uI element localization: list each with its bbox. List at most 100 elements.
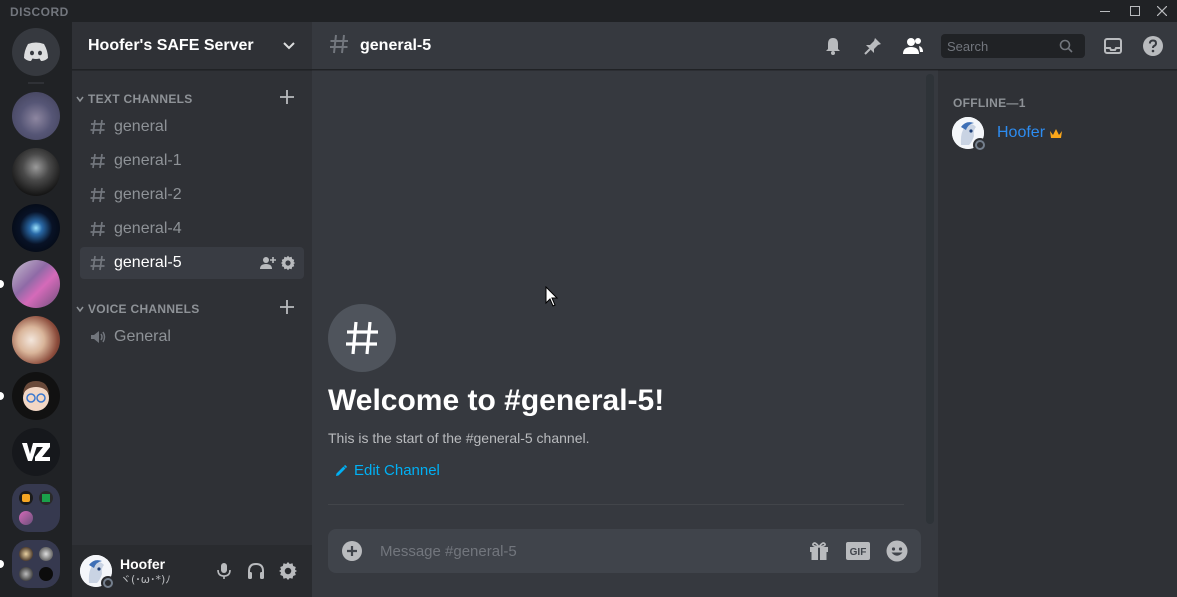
- invite-button[interactable]: [260, 255, 276, 275]
- hash-icon: [346, 321, 378, 355]
- member-name: Hoofer: [997, 124, 1046, 141]
- unread-indicator: [0, 392, 4, 400]
- upload-button[interactable]: [340, 539, 364, 563]
- username: Hoofer: [120, 555, 166, 572]
- hash-icon: [88, 185, 108, 205]
- close-button[interactable]: [1147, 0, 1177, 22]
- minimize-icon: [1100, 11, 1110, 12]
- gif-button[interactable]: GIF: [846, 539, 870, 563]
- channel-general-4[interactable]: general-4: [80, 213, 304, 245]
- plus-icon: [280, 90, 294, 104]
- voice-channel-general[interactable]: General: [80, 321, 304, 353]
- custom-status: ヾ(･ω･*)ﾉ: [120, 572, 171, 586]
- inbox-button[interactable]: [1101, 34, 1125, 58]
- members-icon: [903, 38, 923, 54]
- close-icon: [1157, 6, 1167, 16]
- channel-name: general-2: [114, 186, 182, 203]
- create-voice-channel-button[interactable]: [278, 298, 296, 320]
- app-brand: DISCORD: [10, 5, 69, 19]
- unread-indicator: [0, 280, 4, 288]
- crown-icon: [1049, 125, 1063, 144]
- server-folder-1[interactable]: [12, 484, 60, 532]
- server-icon-2[interactable]: [12, 148, 60, 196]
- server-icon-4[interactable]: [12, 260, 60, 308]
- server-folder-2[interactable]: [12, 540, 60, 588]
- inbox-icon: [1104, 38, 1122, 54]
- welcome-subtitle: This is the start of the #general-5 chan…: [328, 430, 590, 446]
- hash-icon: [88, 253, 108, 273]
- channel-name: General: [114, 328, 171, 345]
- channel-sidebar: Hoofer's SAFE Server TEXT CHANNELS gener…: [72, 22, 312, 597]
- server-icon-7[interactable]: [12, 428, 60, 476]
- scrollbar[interactable]: [926, 74, 934, 524]
- rail-separator: [28, 82, 44, 84]
- category-label: TEXT CHANNELS: [88, 92, 193, 106]
- mute-button[interactable]: [208, 555, 240, 587]
- channel-name: general-1: [114, 152, 182, 169]
- maximize-icon: [1130, 6, 1140, 16]
- help-button[interactable]: [1141, 34, 1165, 58]
- gift-button[interactable]: [807, 539, 831, 563]
- server-header[interactable]: Hoofer's SAFE Server: [72, 22, 312, 70]
- home-button[interactable]: [12, 28, 60, 76]
- server-icon-6[interactable]: [12, 372, 60, 420]
- pinned-messages-button[interactable]: [861, 34, 885, 58]
- gif-icon: GIF: [846, 542, 870, 560]
- server-icon-3[interactable]: [12, 204, 60, 252]
- channel-name: general-5: [114, 254, 182, 271]
- notification-settings-button[interactable]: [821, 34, 845, 58]
- chevron-down-icon: [283, 41, 295, 49]
- user-settings-button[interactable]: [272, 555, 304, 587]
- svg-text:GIF: GIF: [850, 547, 867, 558]
- gear-icon: [280, 255, 296, 271]
- vz-logo-icon: [22, 443, 50, 461]
- member-list-toggle[interactable]: [901, 34, 925, 58]
- microphone-icon: [217, 563, 231, 579]
- title-bar: DISCORD: [0, 0, 1177, 22]
- offline-status-icon: [973, 138, 987, 152]
- channel-header: general-5: [312, 22, 1177, 70]
- server-name: Hoofer's SAFE Server: [88, 36, 254, 54]
- channel-general-1[interactable]: general-1: [80, 145, 304, 177]
- search-box[interactable]: [941, 34, 1085, 58]
- emoji-button[interactable]: [885, 539, 909, 563]
- divider: [328, 504, 904, 505]
- search-input[interactable]: [947, 38, 1059, 54]
- chat-area: general-5 Welcome to #: [312, 22, 1177, 597]
- category-voice-channels[interactable]: VOICE CHANNELS: [72, 300, 312, 318]
- pin-icon: [864, 38, 881, 55]
- channel-general[interactable]: general: [80, 111, 304, 143]
- channel-name: general-4: [114, 220, 182, 237]
- member-category: OFFLINE—1: [953, 96, 1026, 110]
- channel-settings-button[interactable]: [280, 255, 296, 275]
- channel-general-5[interactable]: general-5: [80, 247, 304, 279]
- deafen-button[interactable]: [240, 555, 272, 587]
- category-chevron-icon: [76, 306, 84, 313]
- user-avatar[interactable]: [80, 555, 115, 590]
- hash-icon: [88, 151, 108, 171]
- avatar-glasses-icon: [23, 381, 49, 411]
- category-label: VOICE CHANNELS: [88, 302, 200, 316]
- member-item[interactable]: Hoofer: [952, 116, 1063, 152]
- server-list: [0, 22, 72, 597]
- add-member-icon: [260, 257, 276, 269]
- plus-icon: [280, 300, 294, 314]
- server-icon-1[interactable]: [12, 92, 60, 140]
- channel-title: general-5: [360, 36, 432, 54]
- channel-general-2[interactable]: general-2: [80, 179, 304, 211]
- category-chevron-icon: [76, 96, 84, 103]
- hash-icon: [88, 219, 108, 239]
- server-icon-5[interactable]: [12, 316, 60, 364]
- maximize-button[interactable]: [1120, 0, 1150, 22]
- hash-icon: [88, 117, 108, 137]
- member-list: OFFLINE—1 Hoofer: [938, 70, 1177, 597]
- minimize-button[interactable]: [1090, 0, 1120, 22]
- create-channel-button[interactable]: [278, 88, 296, 110]
- help-icon: [1143, 36, 1163, 56]
- edit-channel-link[interactable]: Edit Channel: [334, 462, 440, 479]
- unread-indicator: [0, 560, 4, 568]
- message-input[interactable]: [380, 542, 760, 560]
- gear-icon: [279, 562, 297, 580]
- category-text-channels[interactable]: TEXT CHANNELS: [72, 90, 312, 108]
- member-avatar: [952, 117, 987, 152]
